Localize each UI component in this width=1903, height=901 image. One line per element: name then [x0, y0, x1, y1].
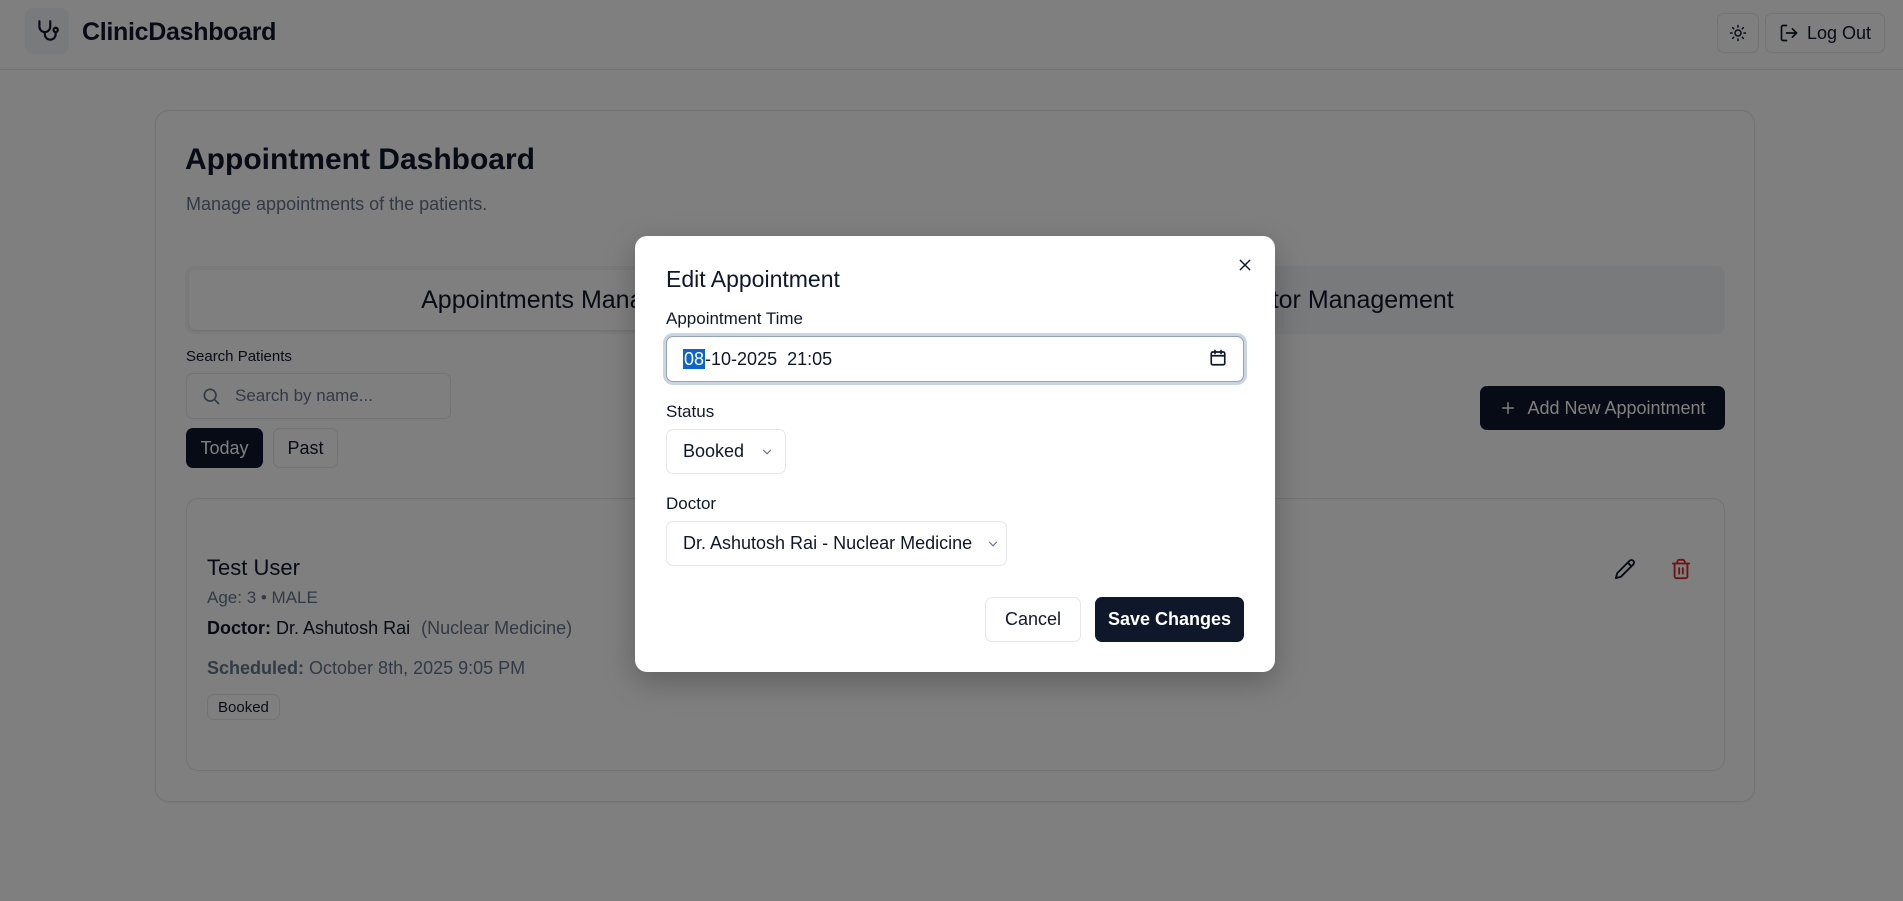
status-select-value: Booked [683, 441, 745, 461]
time-day-segment[interactable]: 08 [683, 349, 706, 369]
cancel-button[interactable]: Cancel [985, 597, 1081, 642]
appointment-time-value: 08-10-2025 21:05 [683, 349, 832, 370]
chevron-down-icon [762, 449, 772, 455]
appointment-time-input[interactable]: 08-10-2025 21:05 [666, 336, 1244, 382]
doctor-select-value: Dr. Ashutosh Rai - Nuclear Medicine [683, 533, 973, 553]
dialog-title: Edit Appointment [666, 266, 840, 292]
chevron-down-icon [989, 541, 998, 547]
close-icon[interactable] [1235, 255, 1255, 275]
appointment-time-label: Appointment Time [666, 309, 804, 328]
status-select[interactable]: Booked [666, 429, 786, 474]
doctor-select-label: Doctor [666, 494, 717, 513]
status-label: Status [666, 402, 715, 421]
doctor-select[interactable]: Dr. Ashutosh Rai - Nuclear Medicine [666, 521, 1007, 566]
time-rest-segment[interactable]: -10-2025 21:05 [705, 349, 832, 369]
save-changes-button[interactable]: Save Changes [1095, 597, 1244, 642]
calendar-icon[interactable] [1209, 349, 1227, 367]
